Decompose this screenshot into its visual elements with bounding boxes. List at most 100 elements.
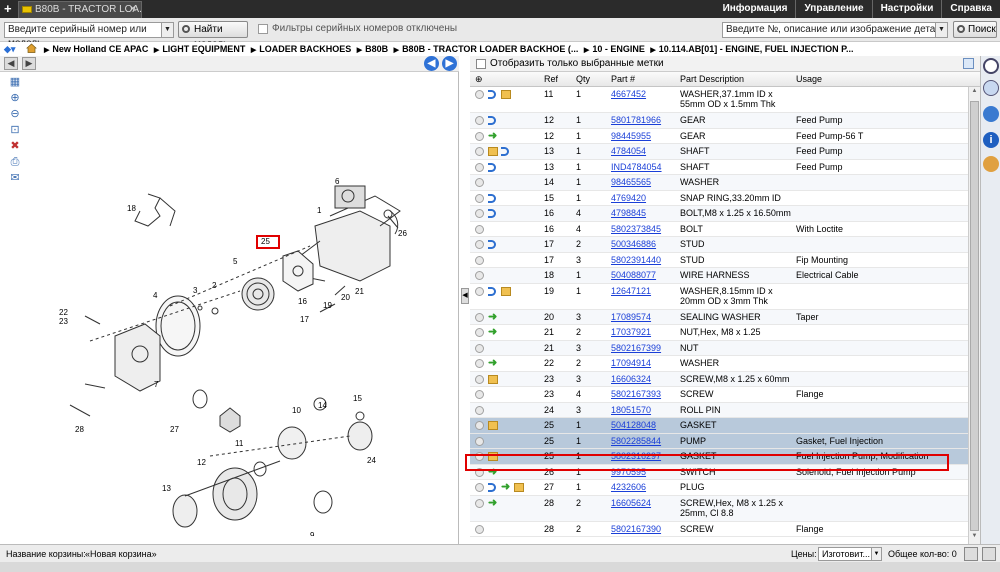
add-to-cart-icon[interactable] bbox=[475, 193, 484, 203]
prev-diagram-icon[interactable]: ◀ bbox=[424, 56, 439, 71]
replacement-icon[interactable] bbox=[501, 147, 509, 156]
callout-28[interactable]: 28 bbox=[75, 425, 84, 434]
cell-part-number[interactable]: 17037921 bbox=[611, 327, 651, 337]
callout-7[interactable]: 7 bbox=[154, 380, 159, 389]
cart-icon[interactable] bbox=[964, 547, 978, 561]
cell-part-number[interactable]: 98465565 bbox=[611, 177, 651, 187]
scroll-up-icon[interactable]: ▲ bbox=[970, 88, 979, 98]
add-to-cart-icon[interactable] bbox=[475, 405, 484, 415]
table-row[interactable]: ➜ 20 3 17089574 SEALING WASHER Taper bbox=[470, 309, 968, 325]
email-icon[interactable]: ✉ bbox=[8, 172, 22, 184]
add-to-cart-icon[interactable] bbox=[475, 224, 484, 234]
callout-21[interactable]: 21 bbox=[355, 287, 364, 296]
replacement-icon[interactable] bbox=[488, 162, 496, 172]
callout-19[interactable]: 19 bbox=[323, 301, 332, 310]
document-icon[interactable] bbox=[983, 80, 999, 96]
callout-22[interactable]: 22 bbox=[59, 308, 68, 317]
table-row[interactable]: 25 1 5802285844 PUMP Gasket, Fuel Injection bbox=[470, 433, 968, 449]
cell-part-number[interactable]: IND4784054 bbox=[611, 162, 662, 172]
add-to-cart-icon[interactable] bbox=[475, 390, 484, 399]
superseded-icon[interactable]: ➜ bbox=[488, 358, 498, 369]
nav-help[interactable]: Справка bbox=[941, 0, 1000, 18]
search-icon[interactable] bbox=[983, 58, 999, 74]
callout-17[interactable]: 17 bbox=[300, 315, 309, 324]
replacement-icon[interactable] bbox=[488, 90, 496, 99]
table-row[interactable]: 14 1 98465565 WASHER bbox=[470, 175, 968, 191]
cell-part-number[interactable]: 4232606 bbox=[611, 482, 646, 492]
add-to-cart-icon[interactable] bbox=[475, 90, 484, 99]
cell-part-number[interactable]: 16606324 bbox=[611, 374, 651, 384]
cell-part-number[interactable]: 504128048 bbox=[611, 420, 656, 430]
callout-16[interactable]: 16 bbox=[298, 297, 307, 306]
add-to-cart-icon[interactable] bbox=[475, 209, 484, 218]
serial-filter-checkbox[interactable] bbox=[258, 24, 268, 34]
clear-selection-icon[interactable]: ✖ bbox=[8, 140, 22, 152]
kit-icon[interactable] bbox=[488, 374, 498, 384]
replacement-icon[interactable] bbox=[488, 209, 496, 218]
panel-collapse-handle[interactable]: ◀ bbox=[461, 288, 469, 304]
table-row[interactable]: ➜ 28 2 16605624 SCREW,Hex, M8 x 1.25 x 25mm,… bbox=[470, 495, 968, 522]
table-row[interactable]: 13 1 4784054 SHAFT Feed Pump bbox=[470, 144, 968, 160]
add-to-cart-icon[interactable] bbox=[475, 162, 484, 172]
cell-part-number[interactable]: 17094914 bbox=[611, 358, 651, 368]
callout-4[interactable]: 4 bbox=[153, 291, 158, 300]
callout-3[interactable]: 3 bbox=[193, 286, 198, 295]
callout-10[interactable]: 10 bbox=[292, 406, 301, 415]
callout-9[interactable]: 9 bbox=[310, 531, 315, 536]
add-to-cart-icon[interactable] bbox=[475, 255, 484, 265]
add-to-cart-icon[interactable] bbox=[475, 328, 484, 337]
add-to-cart-icon[interactable] bbox=[475, 178, 484, 187]
zoom-out-icon[interactable]: ⊖ bbox=[8, 108, 22, 120]
expand-right-icon[interactable]: ▶ bbox=[22, 57, 36, 70]
add-to-cart-icon[interactable] bbox=[475, 147, 484, 156]
kit-icon[interactable] bbox=[514, 483, 524, 492]
callout-13[interactable]: 13 bbox=[162, 484, 171, 493]
zoom-in-icon[interactable]: ⊕ bbox=[8, 92, 22, 104]
superseded-icon[interactable]: ➜ bbox=[501, 482, 511, 493]
breadcrumb-item[interactable]: LOADER BACKHOES bbox=[259, 44, 351, 54]
callout-27[interactable]: 27 bbox=[170, 425, 179, 434]
add-to-cart-icon[interactable] bbox=[475, 359, 484, 368]
callout-2[interactable]: 2 bbox=[212, 281, 217, 290]
cell-part-number[interactable]: 5802167399 bbox=[611, 343, 661, 353]
add-to-cart-icon[interactable] bbox=[475, 498, 484, 508]
table-row[interactable]: 19 1 12647121 WASHER,8.15mm ID x 20mm OD x … bbox=[470, 284, 968, 310]
col-usage[interactable]: Usage bbox=[796, 74, 822, 84]
cell-part-number[interactable]: 18051570 bbox=[611, 405, 651, 415]
callout-12[interactable]: 12 bbox=[197, 458, 206, 467]
callout-5[interactable]: 5 bbox=[233, 257, 238, 266]
cell-part-number[interactable]: 4769420 bbox=[611, 193, 646, 203]
table-row[interactable]: 11 1 4667452 WASHER,37.1mm ID x 55mm OD x 1… bbox=[470, 87, 968, 113]
callout-24[interactable]: 24 bbox=[367, 456, 376, 465]
cell-part-number[interactable]: 17089574 bbox=[611, 312, 651, 322]
add-to-cart-icon[interactable] bbox=[475, 286, 484, 296]
cell-part-number[interactable]: 5802285844 bbox=[611, 436, 661, 446]
cell-part-number[interactable]: 500346886 bbox=[611, 239, 656, 249]
price-select[interactable]: Изготовит... ▼ bbox=[818, 547, 882, 561]
table-row[interactable]: 25 1 504128048 GASKET bbox=[470, 418, 968, 434]
kit-icon[interactable] bbox=[488, 147, 498, 156]
part-search-input[interactable]: Введите №, описание или изображение дета… bbox=[722, 22, 948, 38]
add-to-cart-icon[interactable] bbox=[475, 436, 484, 446]
kit-icon[interactable] bbox=[488, 421, 498, 430]
nav-management[interactable]: Управление bbox=[795, 0, 871, 18]
user-icon[interactable] bbox=[983, 156, 999, 172]
replacement-icon[interactable] bbox=[488, 193, 496, 203]
close-tab-icon[interactable]: ✕ bbox=[129, 2, 137, 17]
col-desc[interactable]: Part Description bbox=[680, 74, 744, 84]
add-to-cart-icon[interactable] bbox=[475, 131, 484, 141]
search-button[interactable]: Поиск bbox=[953, 21, 997, 38]
table-row[interactable]: 21 3 5802167399 NUT bbox=[470, 340, 968, 356]
add-to-cart-icon[interactable] bbox=[475, 240, 484, 249]
callout-15[interactable]: 15 bbox=[353, 394, 362, 403]
chevron-down-icon[interactable]: ▼ bbox=[935, 23, 947, 37]
cell-part-number[interactable]: 5801781966 bbox=[611, 115, 661, 125]
callout-14[interactable]: 14 bbox=[318, 401, 327, 410]
table-row[interactable]: ➜ 21 2 17037921 NUT,Hex, M8 x 1.25 bbox=[470, 325, 968, 341]
fit-icon[interactable]: ⊡ bbox=[8, 124, 22, 136]
table-row[interactable]: 24 3 18051570 ROLL PIN bbox=[470, 402, 968, 418]
chevron-down-icon[interactable]: ▼ bbox=[161, 23, 173, 37]
table-row[interactable]: 15 1 4769420 SNAP RING,33.20mm ID bbox=[470, 191, 968, 206]
table-row[interactable]: 16 4 5802373845 BOLT With Loctite bbox=[470, 222, 968, 237]
print-icon[interactable]: ⎙ bbox=[8, 156, 22, 168]
